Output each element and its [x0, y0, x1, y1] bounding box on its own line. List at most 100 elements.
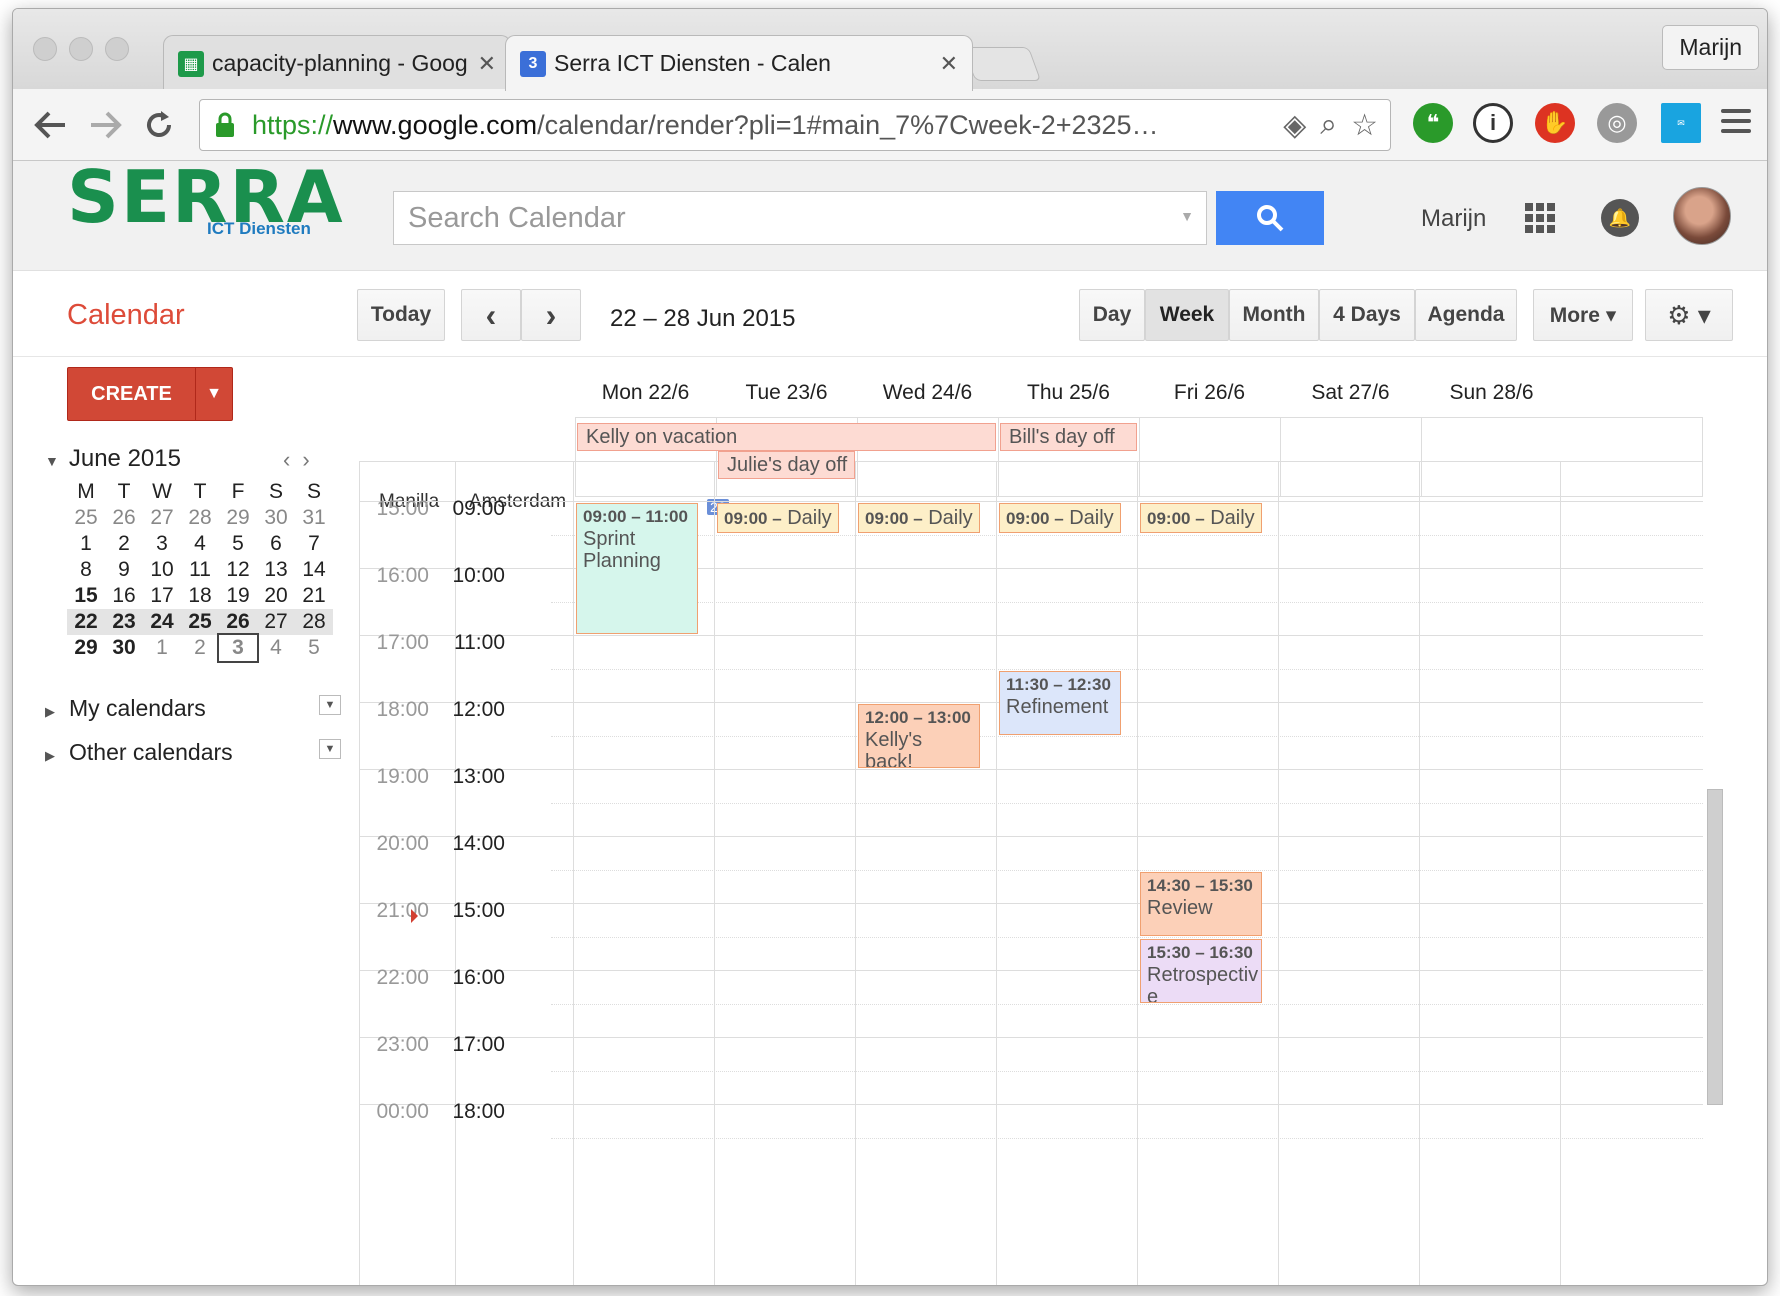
mini-day[interactable]: 3 — [143, 531, 181, 557]
menu-icon[interactable] — [1721, 109, 1751, 139]
next-week-button[interactable]: › — [521, 289, 581, 341]
mini-day[interactable]: 7 — [295, 531, 333, 557]
mini-day[interactable]: 31 — [295, 505, 333, 531]
mini-day[interactable]: 12 — [219, 557, 257, 583]
mini-day[interactable]: 6 — [257, 531, 295, 557]
calendar-event[interactable]: 15:30 – 16:30 Retrospectiv e — [1140, 938, 1262, 1003]
calendar-event[interactable]: 09:00 – Daily — [858, 503, 980, 533]
mini-day[interactable]: 25 — [67, 505, 105, 531]
mini-day[interactable]: 24 — [143, 609, 181, 635]
profile-button[interactable]: Marijn — [1662, 25, 1759, 70]
allday-event[interactable]: Kelly on vacation — [577, 423, 996, 451]
reload-icon[interactable] — [141, 107, 177, 143]
mini-day[interactable]: 1 — [67, 531, 105, 557]
today-button[interactable]: Today — [357, 289, 445, 341]
create-label[interactable]: CREATE — [68, 368, 196, 420]
notifications-icon[interactable]: 🔔 — [1601, 199, 1639, 237]
mini-day[interactable]: 28 — [181, 505, 219, 531]
calendar-event[interactable]: 09:00 – Daily — [717, 503, 839, 533]
mini-day[interactable]: 10 — [143, 557, 181, 583]
view-4days-button[interactable]: 4 Days — [1319, 289, 1415, 341]
mini-day[interactable]: 29 — [219, 505, 257, 531]
mini-day[interactable]: 4 — [257, 635, 295, 661]
email-extension-icon[interactable]: ✉ — [1661, 103, 1701, 143]
create-button[interactable]: CREATE ▼ — [67, 367, 233, 421]
tab-capacity-planning[interactable]: ▦ capacity-planning - Google ✕ — [163, 35, 511, 91]
mini-day[interactable]: 11 — [181, 557, 219, 583]
mini-day[interactable]: 27 — [143, 505, 181, 531]
mini-day[interactable]: 23 — [105, 609, 143, 635]
mini-day[interactable]: 14 — [295, 557, 333, 583]
zoom-window-button[interactable] — [105, 37, 129, 61]
adblock-icon[interactable]: ✋ — [1535, 103, 1575, 143]
mini-day[interactable]: 30 — [105, 635, 143, 661]
mini-day[interactable]: 27 — [257, 609, 295, 635]
mini-day[interactable]: 15 — [67, 583, 105, 609]
close-window-button[interactable] — [33, 37, 57, 61]
scrollbar[interactable] — [1707, 789, 1723, 1105]
avatar[interactable] — [1673, 187, 1731, 245]
calendar-event[interactable]: 14:30 – 15:30 Review — [1140, 871, 1262, 936]
calendar-event[interactable]: 12:00 – 13:00 Kelly's back! — [858, 704, 980, 768]
my-calendars-section[interactable]: ▶ My calendars ▼ — [45, 695, 345, 722]
mini-day[interactable]: 30 — [257, 505, 295, 531]
mini-day[interactable]: 21 — [295, 583, 333, 609]
mini-day[interactable]: 28 — [295, 609, 333, 635]
day-header[interactable]: Mon 22/6 — [575, 381, 716, 405]
mini-day[interactable]: 22 — [67, 609, 105, 635]
user-name[interactable]: Marijn — [1421, 205, 1486, 233]
zoom-icon[interactable]: ⌕ — [1320, 108, 1337, 143]
view-day-button[interactable]: Day — [1079, 289, 1145, 341]
mini-day[interactable]: 4 — [181, 531, 219, 557]
mini-day[interactable]: 5 — [219, 531, 257, 557]
calendar-event[interactable]: 09:00 – 11:00 Sprint Planning — [576, 503, 698, 634]
day-header[interactable]: Wed 24/6 — [857, 381, 998, 405]
allday-event[interactable]: Bill's day off — [1000, 423, 1137, 451]
day-header[interactable]: Sat 27/6 — [1280, 381, 1421, 405]
minimize-window-button[interactable] — [69, 37, 93, 61]
search-options-icon[interactable]: ▼ — [1180, 208, 1194, 224]
create-dropdown-icon[interactable]: ▼ — [196, 368, 232, 420]
info-icon[interactable]: i — [1473, 103, 1513, 143]
day-header[interactable]: Sun 28/6 — [1421, 381, 1562, 405]
hangouts-icon[interactable]: ❝ — [1413, 103, 1453, 143]
mini-day[interactable]: 13 — [257, 557, 295, 583]
bookmark-star-icon[interactable]: ☆ — [1351, 108, 1378, 143]
more-button[interactable]: More ▾ — [1533, 289, 1633, 341]
day-header[interactable]: Tue 23/6 — [716, 381, 857, 405]
mini-day[interactable]: 26 — [105, 505, 143, 531]
arrow-left-icon[interactable] — [33, 109, 69, 141]
mini-day[interactable]: 26 — [219, 609, 257, 635]
mini-day[interactable]: 17 — [143, 583, 181, 609]
mini-day[interactable]: 8 — [67, 557, 105, 583]
translate-icon[interactable]: ◈ — [1283, 108, 1306, 143]
day-header[interactable]: Fri 26/6 — [1139, 381, 1280, 405]
mini-day[interactable]: 16 — [105, 583, 143, 609]
calendar-event[interactable]: 09:00 – Daily — [999, 503, 1121, 533]
search-input[interactable]: Search Calendar ▼ — [393, 191, 1207, 245]
mini-day[interactable]: 20 — [257, 583, 295, 609]
close-icon[interactable]: ✕ — [940, 51, 958, 77]
close-icon[interactable]: ✕ — [478, 51, 496, 77]
mini-next-icon[interactable]: › — [302, 447, 321, 472]
view-week-button[interactable]: Week — [1145, 289, 1229, 341]
chevron-down-icon[interactable]: ▼ — [319, 739, 341, 759]
other-calendars-section[interactable]: ▶ Other calendars ▼ — [45, 739, 345, 766]
prev-week-button[interactable]: ‹ — [461, 289, 521, 341]
mini-day[interactable]: 25 — [181, 609, 219, 635]
chevron-down-icon[interactable]: ▼ — [319, 695, 341, 715]
mini-day[interactable]: 18 — [181, 583, 219, 609]
calendar-event[interactable]: 09:00 – Daily — [1140, 503, 1262, 533]
mini-calendar[interactable]: M T W T F S S 25 26 27 28 29 30 31 1 2 3 4 5 6 7 8 9 10 11 12 13 14… — [67, 479, 333, 663]
address-bar[interactable]: https://www.google.com/calendar/render?p… — [199, 99, 1391, 151]
new-tab-button[interactable] — [962, 47, 1042, 81]
mini-day[interactable]: 2 — [181, 635, 219, 661]
allday-event[interactable]: Julie's day off — [718, 451, 855, 479]
mini-prev-icon[interactable]: ‹ — [283, 447, 302, 472]
apps-grid-icon[interactable] — [1525, 203, 1555, 233]
mini-day[interactable]: 2 — [105, 531, 143, 557]
calendar-event[interactable]: 11:30 – 12:30 Refinement — [999, 670, 1121, 735]
mini-calendar-nav[interactable]: ‹› — [283, 447, 322, 473]
arrow-right-icon[interactable] — [87, 109, 123, 141]
mini-day[interactable]: 1 — [143, 635, 181, 661]
